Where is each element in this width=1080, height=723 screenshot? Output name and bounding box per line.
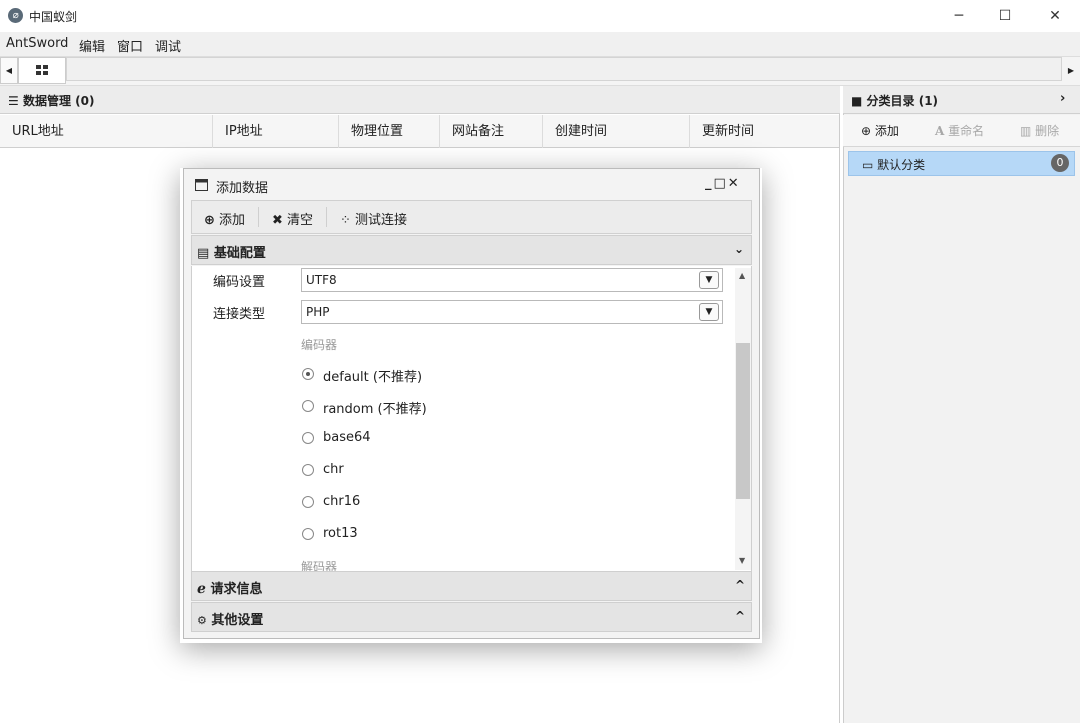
chevron-up-icon[interactable]: ^: [735, 609, 745, 623]
encoder-radio-chr16[interactable]: [302, 496, 314, 508]
encoder-radio-rot13[interactable]: [302, 528, 314, 540]
dialog-test-label: 测试连接: [355, 213, 408, 228]
section-other-header[interactable]: [191, 602, 752, 632]
encoder-caption: 编码器: [301, 338, 338, 352]
encoder-label: rot13: [323, 526, 358, 541]
section-request-text: 请求信息: [210, 582, 263, 597]
data-panel-title: ☰ 数据管理 (0): [8, 92, 94, 109]
column-note[interactable]: 网站备注: [440, 115, 543, 148]
dialog-window-controls: _□✕: [705, 176, 741, 191]
chevron-down-icon[interactable]: ▼: [699, 271, 719, 289]
category-panel-title: ■ 分类目录 (1): [851, 92, 938, 109]
minimize-button[interactable]: ─: [936, 0, 982, 32]
column-url[interactable]: URL地址: [0, 115, 213, 148]
encoding-select[interactable]: UTF8: [301, 268, 723, 292]
grid-icon: [36, 65, 48, 75]
section-other-title: ⚙ 其他设置: [197, 609, 263, 628]
section-request-header[interactable]: [191, 571, 752, 601]
tab-scroll-left-icon[interactable]: ◀: [0, 57, 18, 84]
menu-window[interactable]: 窗口: [117, 36, 143, 55]
spinner-icon: ⁘: [340, 213, 351, 228]
dialog-clear-button[interactable]: ✖ 清空: [272, 209, 313, 228]
folder-icon: ■: [851, 94, 863, 108]
encoder-label: default (不推荐): [323, 370, 423, 385]
encoding-label: 编码设置: [213, 275, 266, 290]
category-panel: [843, 86, 1080, 723]
dialog-minimize-icon[interactable]: _: [705, 176, 714, 191]
scroll-down-icon[interactable]: ▼: [739, 556, 745, 565]
collapse-panel-chevron-icon[interactable]: ›: [1060, 91, 1065, 106]
tab-home[interactable]: [18, 57, 66, 84]
category-count-badge: 0: [1051, 154, 1069, 172]
ie-icon: ℯ: [197, 581, 206, 597]
dialog-title: 添加数据: [216, 181, 269, 196]
category-rename-label: 重命名: [948, 124, 985, 138]
encoder-label: random (不推荐): [323, 402, 427, 417]
maximize-button[interactable]: ☐: [982, 0, 1028, 32]
menu-debug[interactable]: 调试: [155, 36, 181, 55]
category-delete-label: 删除: [1035, 124, 1060, 138]
encoder-radio-chr[interactable]: [302, 464, 314, 476]
connection-type-select[interactable]: PHP: [301, 300, 723, 324]
font-a-icon: A: [935, 124, 945, 138]
section-other-text: 其他设置: [211, 613, 264, 628]
window-title: 中国蚁剑: [29, 10, 78, 24]
close-button[interactable]: ✕: [1032, 0, 1078, 32]
dialog-maximize-icon[interactable]: □: [714, 176, 728, 191]
column-updated[interactable]: 更新时间: [690, 115, 839, 148]
dialog-clear-label: 清空: [287, 213, 314, 228]
section-basic-title: ▤ 基础配置: [197, 242, 266, 261]
section-request-title: ℯ 请求信息: [197, 578, 262, 597]
data-panel-title-text: 数据管理 (0): [22, 94, 95, 108]
dialog-close-icon[interactable]: ✕: [728, 176, 741, 191]
category-delete-button[interactable]: ▥ 删除: [1020, 122, 1059, 139]
tab-scroll-right-icon[interactable]: ▶: [1062, 57, 1080, 84]
trash-icon: ▥: [1020, 124, 1032, 138]
form-scrollbar-thumb[interactable]: [736, 343, 750, 499]
data-panel-header: [0, 86, 840, 114]
section-basic-text: 基础配置: [213, 246, 266, 261]
plus-circle-icon: ⊕: [204, 213, 215, 228]
encoder-label: base64: [323, 430, 371, 445]
title-bar: [0, 0, 1080, 32]
category-item-label: ▭ 默认分类: [862, 156, 925, 173]
encoder-label: chr: [323, 462, 344, 477]
app-logo-icon: ⌀: [8, 8, 23, 23]
category-item-text: 默认分类: [877, 158, 926, 172]
section-basic-header[interactable]: [191, 235, 752, 265]
dialog-test-button[interactable]: ⁘ 测试连接: [340, 209, 407, 228]
gears-icon: ⚙: [197, 614, 207, 627]
folder-open-icon: ▭: [862, 158, 874, 172]
connection-type-label: 连接类型: [213, 307, 266, 322]
menu-antsword[interactable]: AntSword: [6, 36, 68, 51]
encoder-radio-base64[interactable]: [302, 432, 314, 444]
column-location[interactable]: 物理位置: [339, 115, 440, 148]
scroll-up-icon[interactable]: ▲: [739, 271, 745, 280]
window-icon: [195, 179, 208, 191]
column-created[interactable]: 创建时间: [543, 115, 690, 148]
dialog-add-button[interactable]: ⊕ 添加: [204, 209, 245, 228]
category-add-button[interactable]: ⊕ 添加: [861, 122, 899, 139]
file-icon: ▤: [197, 246, 210, 261]
column-ip[interactable]: IP地址: [213, 115, 339, 148]
category-panel-title-text: 分类目录 (1): [866, 94, 939, 108]
category-rename-button[interactable]: A 重命名: [935, 122, 984, 139]
plus-circle-icon: ⊕: [861, 124, 872, 138]
encoder-radio-default[interactable]: [302, 368, 314, 380]
dialog-add-label: 添加: [219, 213, 246, 228]
encoder-label: chr16: [323, 494, 361, 509]
chevron-down-icon[interactable]: ▼: [699, 303, 719, 321]
chevron-up-icon[interactable]: ^: [735, 578, 745, 592]
category-add-label: 添加: [874, 124, 899, 138]
tab-bar-area: [66, 57, 1062, 81]
toolbar-separator: [326, 207, 327, 227]
list-icon: ☰: [8, 94, 19, 108]
x-icon: ✖: [272, 213, 283, 228]
menu-edit[interactable]: 编辑: [79, 36, 105, 55]
toolbar-separator: [258, 207, 259, 227]
encoder-radio-random[interactable]: [302, 400, 314, 412]
chevron-down-icon[interactable]: ⌄: [734, 242, 744, 256]
